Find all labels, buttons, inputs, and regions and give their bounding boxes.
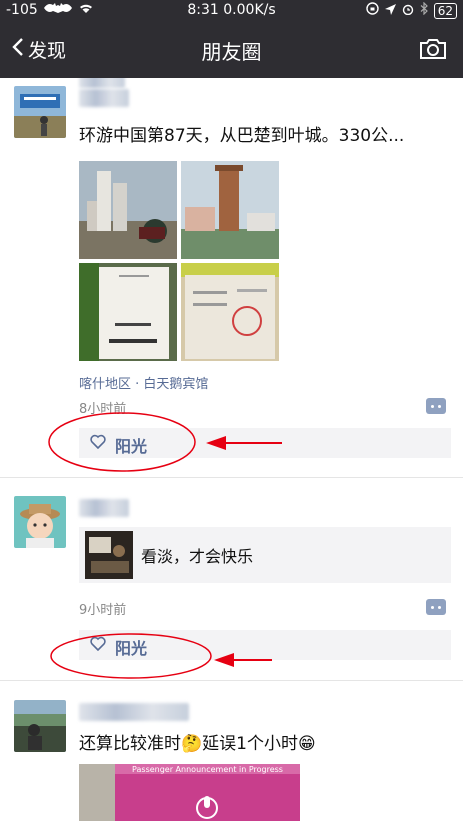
status-bar: -105 8:31 0.00K/s 62	[0, 0, 463, 22]
annotation-overlay	[48, 412, 282, 679]
clock: 8:31	[187, 2, 219, 18]
rotation-lock-icon	[366, 2, 379, 19]
battery-indicator: 62	[433, 2, 457, 19]
alarm-icon	[402, 3, 414, 19]
annotation-arrowhead	[206, 436, 226, 450]
network-speed: 0.00K/s	[223, 2, 276, 18]
nav-bar: 发现 朋友圈	[0, 22, 463, 78]
camera-icon[interactable]	[419, 38, 447, 64]
annotation-circle	[48, 412, 196, 472]
moments-feed[interactable]: 环游中国第87天，从巴楚到叶城。330公... 喀什地区 · 白天鹅宾馆 8小时…	[0, 78, 463, 821]
location-arrow-icon	[384, 3, 396, 19]
annotation-arrowhead	[214, 653, 234, 667]
page-title: 朋友圈	[201, 40, 262, 64]
bluetooth-icon	[420, 1, 428, 19]
annotation-circle	[50, 633, 212, 679]
